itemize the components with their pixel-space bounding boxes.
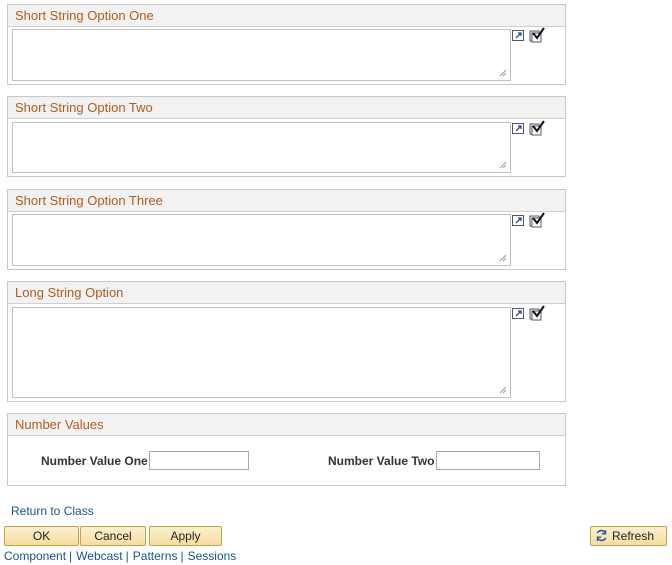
component-link[interactable]: Component bbox=[4, 549, 66, 563]
resize-grip-icon[interactable] bbox=[499, 161, 507, 169]
long-string-textarea[interactable] bbox=[12, 307, 511, 398]
cancel-button[interactable]: Cancel bbox=[80, 526, 146, 546]
number-value-one-input[interactable] bbox=[149, 451, 249, 470]
resize-grip-icon[interactable] bbox=[499, 69, 507, 77]
ok-button[interactable]: OK bbox=[4, 526, 79, 546]
short-string-three-textarea[interactable] bbox=[12, 214, 511, 266]
group-title: Long String Option bbox=[8, 282, 565, 304]
short-string-two-textarea[interactable] bbox=[12, 122, 511, 173]
spellcheck-icon[interactable] bbox=[528, 120, 545, 136]
group-short-string-one: Short String Option One bbox=[7, 4, 566, 85]
spellcheck-icon[interactable] bbox=[528, 212, 545, 228]
link-separator: | bbox=[180, 549, 184, 563]
group-title: Number Values bbox=[8, 414, 565, 436]
group-long-string: Long String Option bbox=[7, 281, 566, 402]
number-value-one-label: Number Value One bbox=[41, 454, 148, 468]
spellcheck-icon[interactable] bbox=[528, 305, 545, 321]
footer-links: Component | Webcast | Patterns | Sessions bbox=[4, 549, 236, 563]
refresh-icon bbox=[596, 529, 607, 542]
group-title: Short String Option Three bbox=[8, 190, 565, 212]
webcast-link[interactable]: Webcast bbox=[76, 549, 122, 563]
group-short-string-three: Short String Option Three bbox=[7, 189, 566, 270]
number-value-two-label: Number Value Two bbox=[328, 454, 435, 468]
spellcheck-icon[interactable] bbox=[528, 27, 545, 43]
resize-grip-icon[interactable] bbox=[499, 386, 507, 394]
sessions-link[interactable]: Sessions bbox=[188, 549, 237, 563]
link-separator: | bbox=[69, 549, 73, 563]
refresh-label: Refresh bbox=[612, 529, 655, 543]
apply-button[interactable]: Apply bbox=[149, 526, 222, 546]
short-string-one-textarea[interactable] bbox=[12, 29, 511, 81]
resize-grip-icon[interactable] bbox=[499, 254, 507, 262]
link-separator: | bbox=[125, 549, 129, 563]
refresh-button[interactable]: Refresh bbox=[590, 526, 667, 546]
expand-icon[interactable] bbox=[512, 29, 527, 42]
number-value-two-input[interactable] bbox=[436, 451, 540, 470]
expand-icon[interactable] bbox=[512, 122, 527, 135]
group-short-string-two: Short String Option Two bbox=[7, 96, 566, 177]
group-title: Short String Option One bbox=[8, 5, 565, 27]
expand-icon[interactable] bbox=[512, 307, 527, 320]
expand-icon[interactable] bbox=[512, 214, 527, 227]
patterns-link[interactable]: Patterns bbox=[133, 549, 178, 563]
group-number-values: Number Values Number Value One Number Va… bbox=[7, 413, 566, 486]
group-title: Short String Option Two bbox=[8, 97, 565, 119]
return-to-class-link[interactable]: Return to Class bbox=[11, 504, 94, 518]
